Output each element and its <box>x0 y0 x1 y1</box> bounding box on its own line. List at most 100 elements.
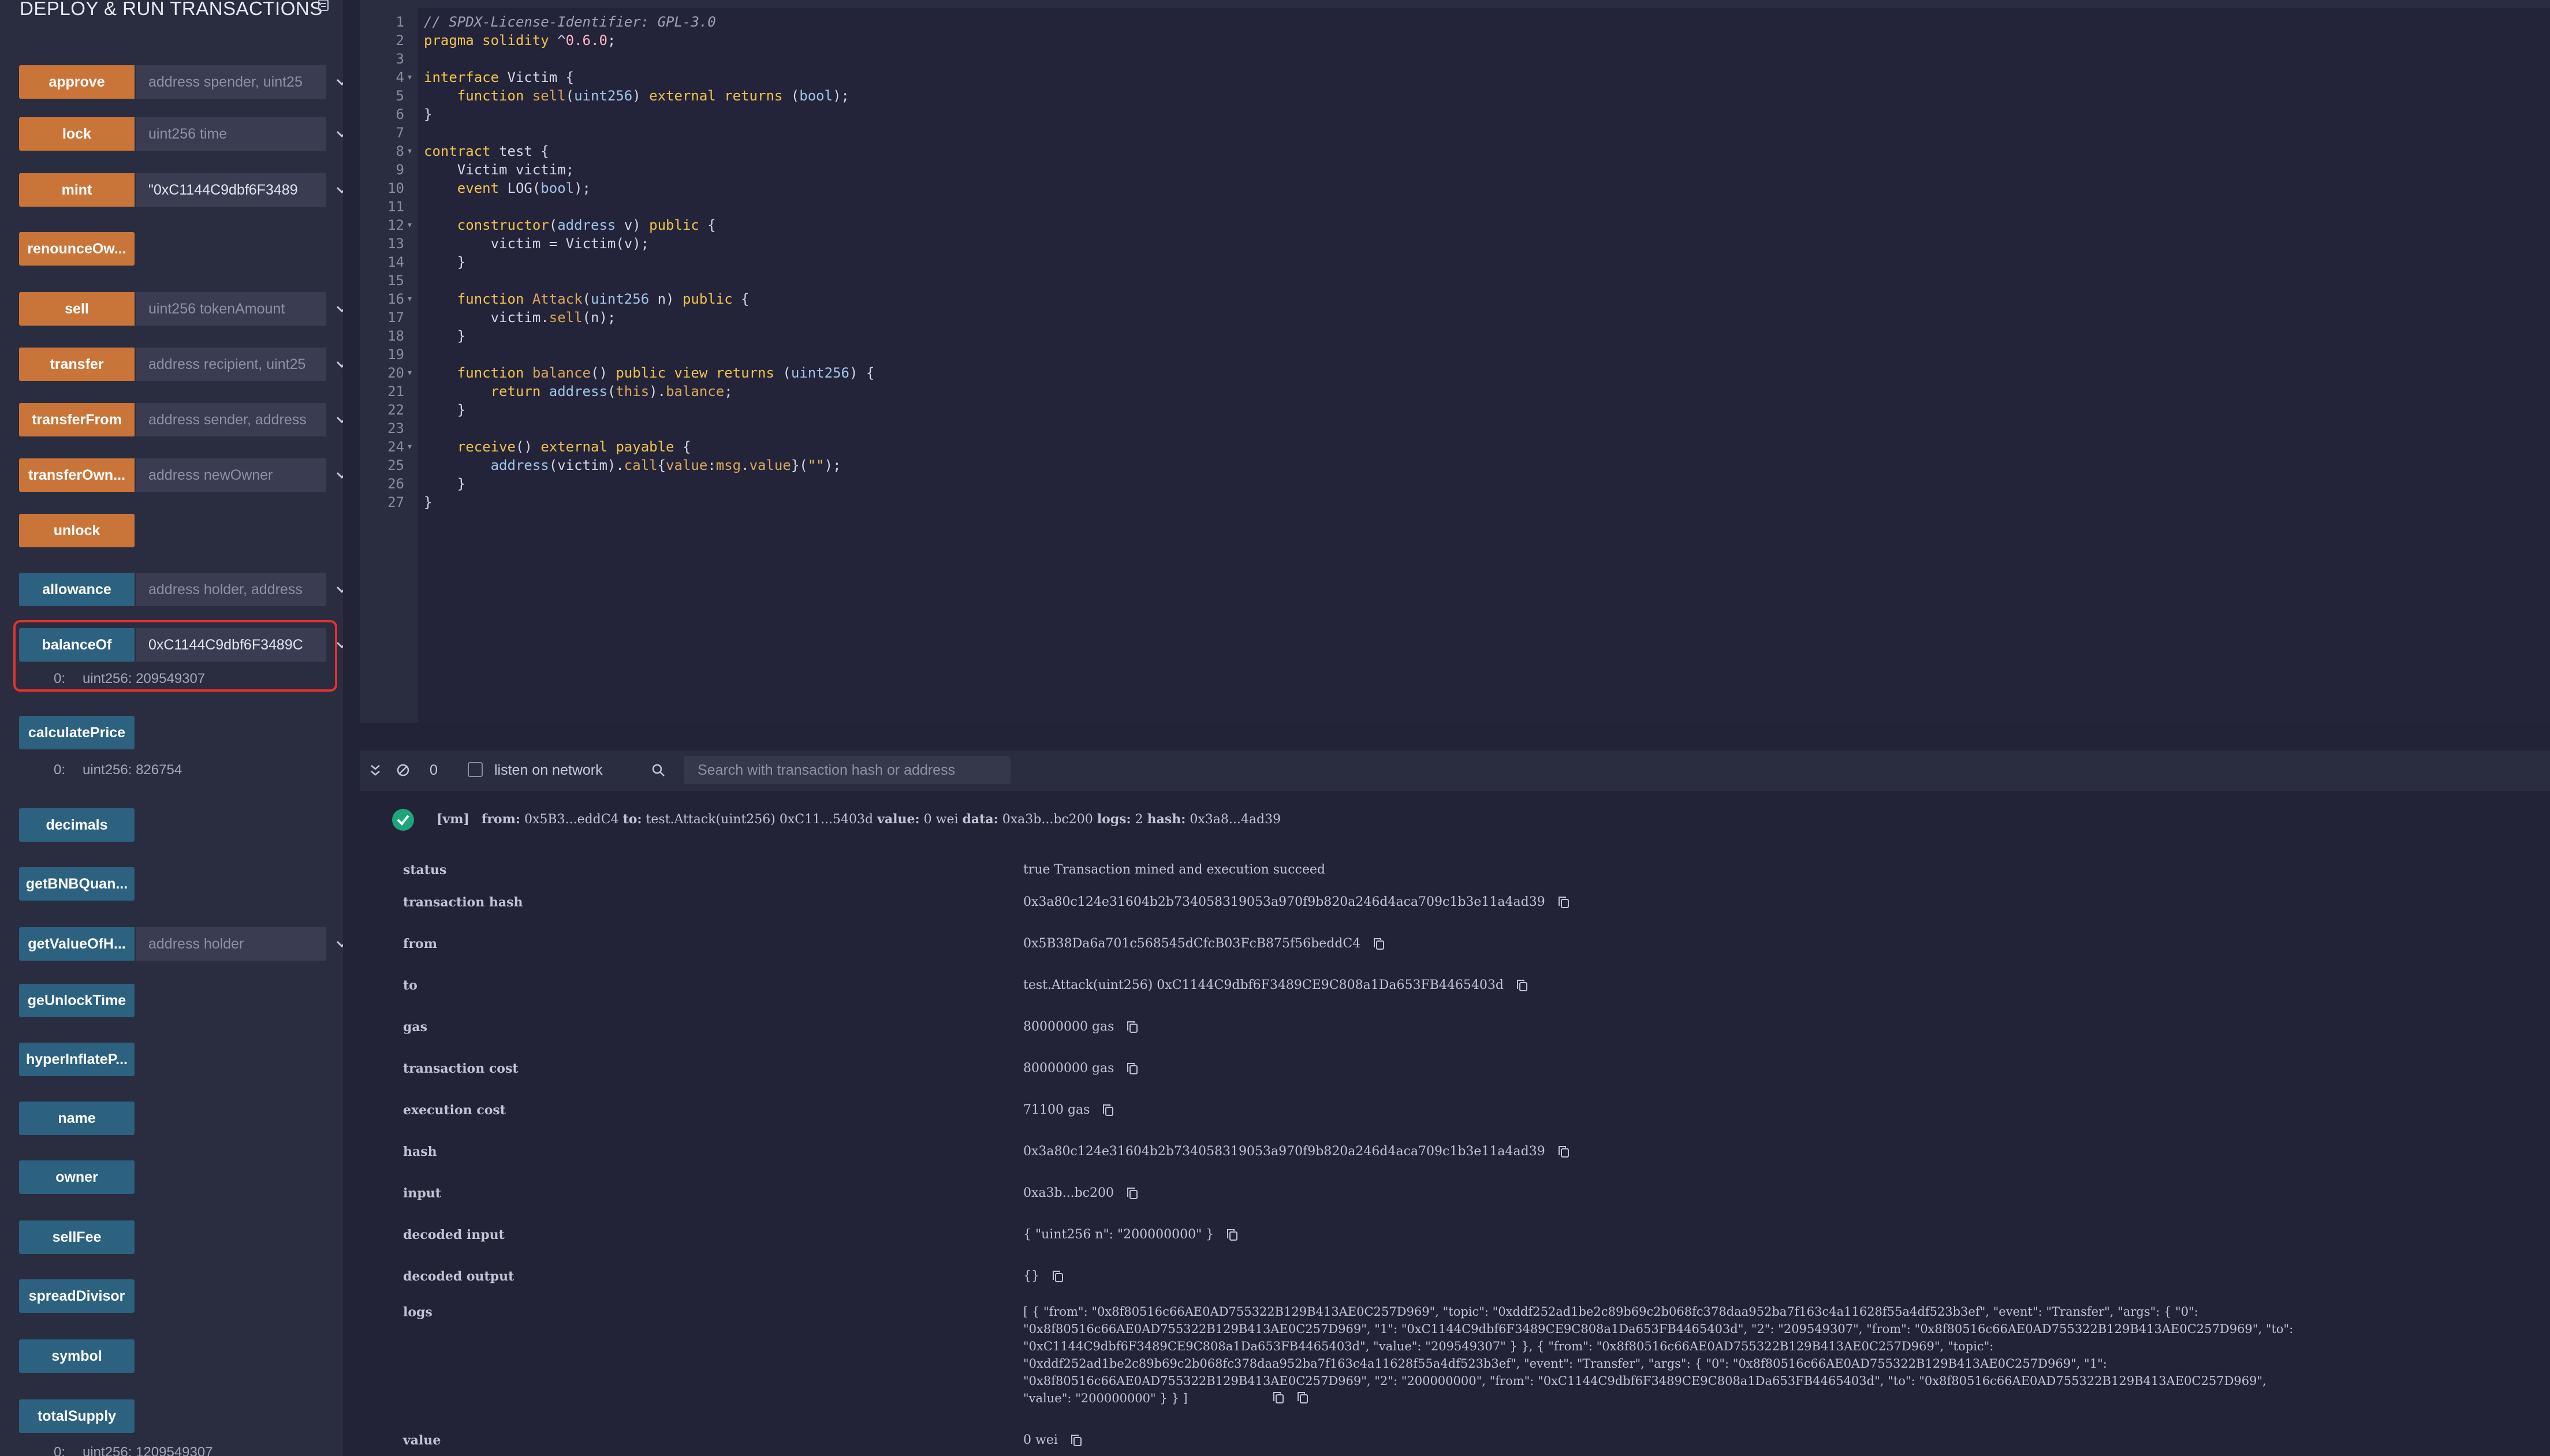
copy-icon[interactable] <box>1114 1061 1138 1076</box>
tx-row-value: { "uint256 n": "200000000" } <box>1023 1227 1214 1242</box>
approve-button[interactable]: approve <box>19 65 135 99</box>
collapse-terminal-icon[interactable] <box>370 764 381 777</box>
listen-network-checkbox[interactable] <box>468 762 483 777</box>
chevron-down-icon[interactable] <box>334 65 343 99</box>
calculateprice-button[interactable]: calculatePrice <box>19 716 135 749</box>
chevron-down-icon[interactable] <box>334 403 343 436</box>
copy-icon[interactable] <box>1360 936 1385 951</box>
copy-icon[interactable] <box>1545 1144 1569 1159</box>
editor-tabs-strip <box>360 0 2550 8</box>
function-row-mint: mint "0xC1144C9dbf6F3489 <box>19 173 343 207</box>
renounceow-button[interactable]: renounceOw... <box>19 232 135 266</box>
line-number: 18 <box>387 328 404 344</box>
tx-row-value: 0x3a80c124e31604b2b734058319053a970f9b82… <box>1023 1144 1545 1159</box>
line-number: 20 <box>387 365 404 381</box>
sell-button[interactable]: sell <box>19 292 135 326</box>
tx-row-value-cell: 80000000 gas <box>1023 1020 1138 1034</box>
tx-row-label: input <box>403 1186 441 1201</box>
line-number: 1 <box>396 14 404 30</box>
name-button[interactable]: name <box>19 1102 135 1135</box>
transferown-args-input[interactable]: address newOwner <box>136 458 326 492</box>
code-line: } <box>424 494 433 510</box>
line-number: 7 <box>396 125 404 141</box>
approve-args-input[interactable]: address spender, uint25 <box>136 65 326 99</box>
copy-icon[interactable] <box>1504 978 1528 992</box>
totalsupply-button[interactable]: totalSupply <box>19 1399 135 1433</box>
args-text: address newOwner <box>148 466 273 483</box>
chevron-down-icon[interactable] <box>334 458 343 492</box>
copy-icon[interactable] <box>1114 1020 1138 1034</box>
lock-button[interactable]: lock <box>19 117 135 151</box>
chevron-down-icon[interactable] <box>334 927 343 961</box>
copy-icon[interactable] <box>1071 1434 1082 1447</box>
tx-row-value: test.Attack(uint256) 0xC1144C9dbf6F3489C… <box>1023 978 1504 992</box>
lock-args-input[interactable]: uint256 time <box>136 117 326 151</box>
copy-icon[interactable] <box>1545 895 1569 909</box>
summary-data: 0xa3b...bc200 <box>1002 812 1093 827</box>
fold-toggle-icon[interactable]: ▾ <box>408 368 412 378</box>
geunlocktime-button[interactable]: geUnlockTime <box>19 984 135 1017</box>
transfer-args-input[interactable]: address recipient, uint25 <box>136 348 326 381</box>
owner-button[interactable]: owner <box>19 1160 135 1194</box>
line-number: 16 <box>387 291 404 307</box>
line-number: 14 <box>387 254 404 270</box>
chevron-down-icon[interactable] <box>334 573 343 606</box>
getvalueofh-button[interactable]: getValueOfH... <box>19 927 135 961</box>
mint-args-input[interactable]: "0xC1144C9dbf6F3489 <box>136 173 326 207</box>
tx-summary-line[interactable]: [vm] from: 0x5B3...eddC4 to: test.Attack… <box>437 812 1281 827</box>
function-row-allowance: allowance address holder, address <box>19 573 343 606</box>
chevron-down-icon[interactable] <box>334 173 343 207</box>
code-editor[interactable]: 1 2 3 4 ▾ 5 6 7 8 ▾ 9 10 11 12 ▾ 13 14 15 16 ▾ 17 18 19 20 ▾ 21 22… <box>360 0 2550 723</box>
code-line: constructor(address v) public { <box>457 217 716 233</box>
transferfrom-args-input[interactable]: address sender, address <box>136 403 326 436</box>
terminal-search-input[interactable]: Search with transaction hash or address <box>684 756 1011 784</box>
unlock-button[interactable]: unlock <box>19 514 135 547</box>
copy-icon[interactable] <box>1214 1227 1238 1242</box>
function-row-sell: sell uint256 tokenAmount <box>19 292 343 326</box>
tx-row-value: 80000000 gas <box>1023 1020 1114 1034</box>
tx-row-label: transaction hash <box>403 895 523 910</box>
chevron-down-icon[interactable] <box>334 348 343 381</box>
code-line: return address(this).balance; <box>490 383 733 400</box>
mint-button[interactable]: mint <box>19 173 135 207</box>
getvalueofh-args-input[interactable]: address holder <box>136 927 326 961</box>
fold-toggle-icon[interactable]: ▾ <box>408 221 412 230</box>
symbol-button[interactable]: symbol <box>19 1339 135 1373</box>
getbnbquan-button[interactable]: getBNBQuan... <box>19 867 135 901</box>
tx-row-label: logs <box>403 1305 433 1320</box>
decimals-button[interactable]: decimals <box>19 808 135 842</box>
chevron-down-icon[interactable] <box>334 292 343 326</box>
args-text: address recipient, uint25 <box>148 356 306 372</box>
copy-icon[interactable] <box>1114 1186 1138 1200</box>
copy-icon[interactable] <box>1039 1269 1064 1283</box>
fold-toggle-icon[interactable]: ▾ <box>408 294 412 304</box>
allowance-args-input[interactable]: address holder, address <box>136 573 326 606</box>
transfer-button[interactable]: transfer <box>19 348 135 381</box>
transferown-button[interactable]: transferOwn... <box>19 458 135 492</box>
line-number: 9 <box>396 162 404 178</box>
listen-network-label: listen on network <box>494 762 603 778</box>
copy-icon[interactable] <box>1090 1103 1114 1117</box>
spreaddivisor-button[interactable]: spreadDivisor <box>19 1279 135 1313</box>
sellfee-button[interactable]: sellFee <box>19 1220 135 1254</box>
tx-row-value: 0 wei <box>1023 1433 1058 1447</box>
fold-toggle-icon[interactable]: ▾ <box>408 73 412 82</box>
clear-console-icon[interactable] <box>396 763 410 777</box>
tx-row-value: 0x5B38Da6a701c568545dCfcB03FcB875f56bedd… <box>1023 936 1361 951</box>
terminal-toolbar: 0 listen on network Search with transact… <box>360 751 2550 791</box>
sell-args-input[interactable]: uint256 tokenAmount <box>136 292 326 326</box>
highlight-box <box>13 620 337 692</box>
code-line: victim = Victim(v); <box>424 236 650 252</box>
transferfrom-button[interactable]: transferFrom <box>19 403 135 436</box>
summary-logs: 2 <box>1135 812 1143 827</box>
allowance-button[interactable]: allowance <box>19 573 135 606</box>
function-row-lock: lock uint256 time <box>19 117 343 151</box>
logs-copy-icons[interactable] <box>1260 1391 1308 1404</box>
chevron-down-icon[interactable] <box>334 117 343 151</box>
fold-toggle-icon[interactable]: ▾ <box>408 147 412 156</box>
fold-toggle-icon[interactable]: ▾ <box>408 442 412 451</box>
docs-icon[interactable] <box>317 0 330 13</box>
hyperinflatep-button[interactable]: hyperInflateP... <box>19 1043 135 1076</box>
code-line: function sell(uint256) external returns … <box>457 88 849 104</box>
log-line: "0xddf252ad1be2c89b69c2b068fc378daa952ba… <box>1023 1357 2107 1371</box>
